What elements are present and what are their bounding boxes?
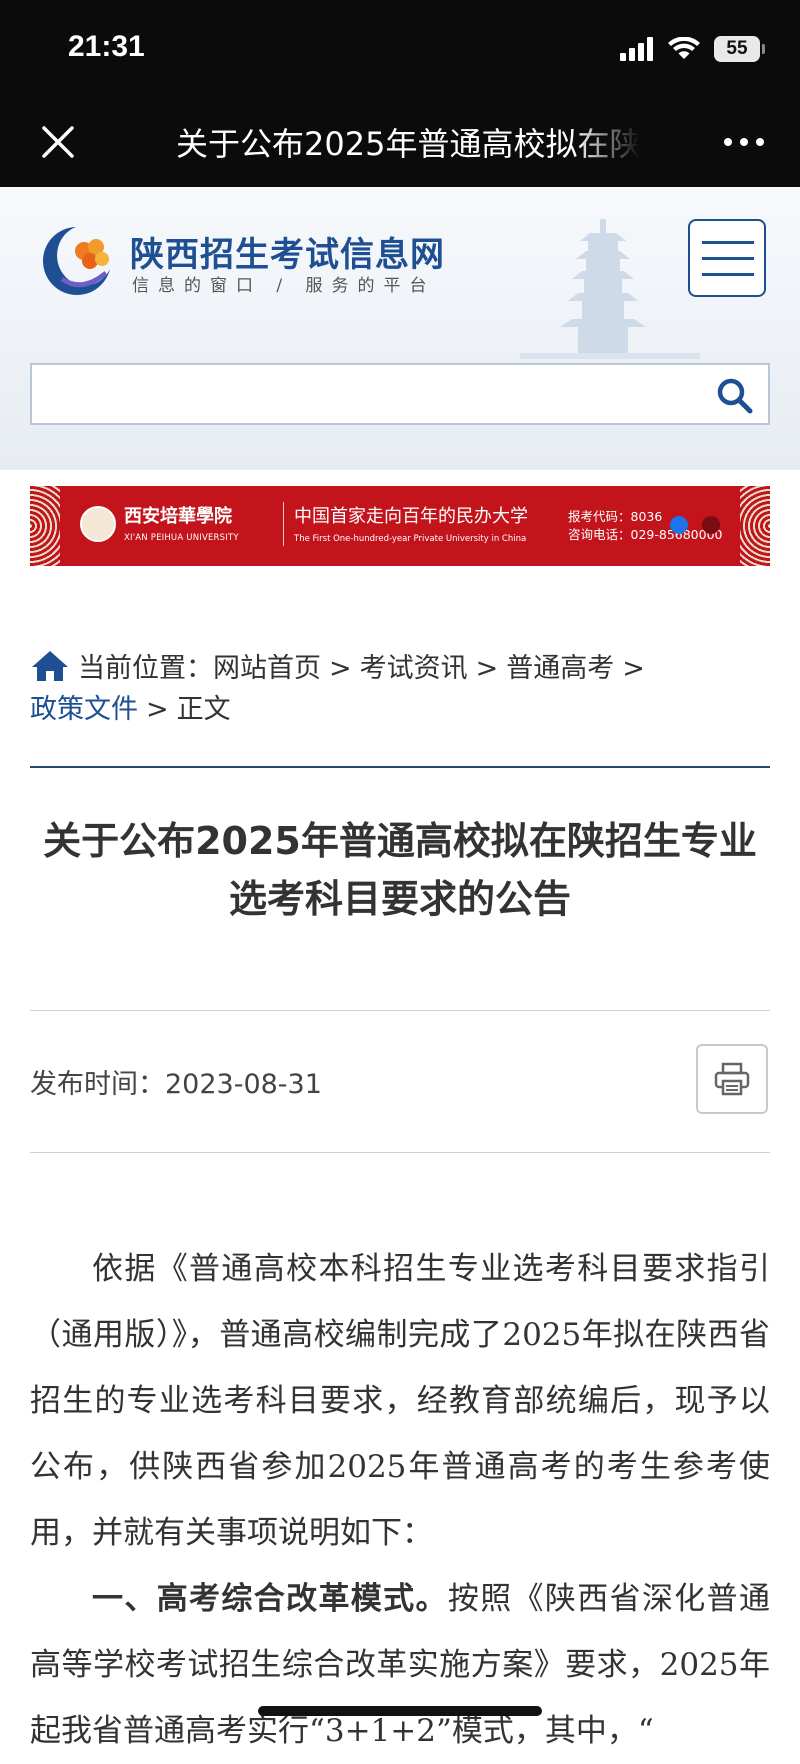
breadcrumb-separator: > (622, 653, 645, 684)
wifi-icon (668, 37, 700, 59)
printer-icon (714, 1062, 750, 1096)
carousel-dot[interactable] (702, 516, 720, 534)
banner-contact: 报考代码：8036 咨询电话：029-85680000 (568, 508, 723, 544)
breadcrumb-separator: > (146, 694, 169, 725)
breadcrumb-home[interactable]: 网站首页 (213, 653, 321, 684)
banner-slogan-en: The First One-hundred-year Private Unive… (294, 534, 527, 544)
breadcrumb-policy-docs[interactable]: 政策文件 (30, 694, 138, 725)
publish-label: 发布时间： (30, 1069, 165, 1100)
menu-icon (702, 241, 754, 244)
search-input[interactable] (32, 365, 692, 423)
search-box (30, 363, 770, 425)
signal-icon (620, 37, 653, 61)
breadcrumb-current: 正文 (176, 694, 231, 725)
article-body: 依据《普通高校本科招生专业选考科目要求指引（通用版）》，普通高校编制完成了202… (30, 1236, 770, 1764)
article-paragraph: 依据《普通高校本科招生专业选考科目要求指引（通用版）》，普通高校编制完成了202… (30, 1251, 770, 1551)
banner-ad[interactable]: 西安培華學院 XI'AN PEIHUA UNIVERSITY 中国首家走向百年的… (30, 486, 770, 566)
battery-icon: 55 (714, 36, 765, 62)
breadcrumb: 当前位置：网站首页 > 考试资讯 > 普通高考 > 政策文件 > 正文 (30, 648, 770, 730)
carousel-dot-active[interactable] (670, 516, 688, 534)
page-title: 关于公布2025年普通高校拟在陕招生专业选考科目要求的公告 (176, 125, 640, 163)
site-header: 陕西招生考试信息网 信息的窗口 / 服务的平台 (0, 187, 800, 470)
site-name: 陕西招生考试信息网 (130, 235, 445, 275)
meta-divider (30, 1152, 770, 1153)
home-icon (32, 651, 68, 681)
section-heading: 一、高考综合改革模式。 (92, 1581, 448, 1617)
banner-divider (283, 502, 284, 546)
menu-button[interactable] (688, 219, 766, 297)
status-time: 21:31 (68, 30, 145, 63)
menu-icon-line (702, 257, 754, 260)
more-icon[interactable] (722, 130, 766, 154)
search-icon[interactable] (716, 377, 754, 415)
status-bar: 21:31 55 (0, 0, 800, 100)
title-divider (30, 1010, 770, 1011)
breadcrumb-exam-news[interactable]: 考试资讯 (360, 653, 468, 684)
pagoda-decoration (520, 219, 700, 359)
site-slogan: 信息的窗口 / 服务的平台 (132, 276, 436, 296)
site-logo-icon (42, 227, 111, 295)
banner-pattern (30, 486, 60, 566)
banner-code: 报考代码：8036 (568, 509, 663, 524)
section-divider (30, 766, 770, 768)
banner-slogan: 中国首家走向百年的民办大学 (294, 506, 528, 527)
article-title: 关于公布2025年普通高校拟在陕招生专业选考科目要求的公告 (43, 819, 757, 921)
banner-pattern (740, 486, 770, 566)
home-indicator[interactable] (258, 1706, 542, 1716)
breadcrumb-gaokao[interactable]: 普通高考 (506, 653, 614, 684)
breadcrumb-separator: > (475, 653, 499, 684)
browser-title-bar: 关于公布2025年普通高校拟在陕招生专业选考科目要求的公告 (0, 100, 800, 187)
status-icons: 55 (620, 36, 765, 62)
menu-icon-line (702, 273, 754, 276)
article-paragraph: 一、高考综合改革模式。按照《陕西省深化普通高等学校考试招生综合改革实施方案》要求… (30, 1566, 770, 1764)
banner-school-name: 西安培華學院 (124, 506, 232, 527)
breadcrumb-separator: > (329, 653, 352, 684)
close-icon[interactable] (38, 122, 78, 162)
print-button[interactable] (696, 1044, 768, 1114)
banner-school-name-en: XI'AN PEIHUA UNIVERSITY (124, 533, 239, 543)
school-seal-icon (80, 506, 116, 542)
publish-time: 发布时间：2023-08-31 (30, 1062, 322, 1101)
breadcrumb-prefix: 当前位置： (78, 653, 213, 684)
banner-phone: 咨询电话：029-85680000 (568, 527, 723, 542)
publish-date: 2023-08-31 (165, 1069, 322, 1100)
